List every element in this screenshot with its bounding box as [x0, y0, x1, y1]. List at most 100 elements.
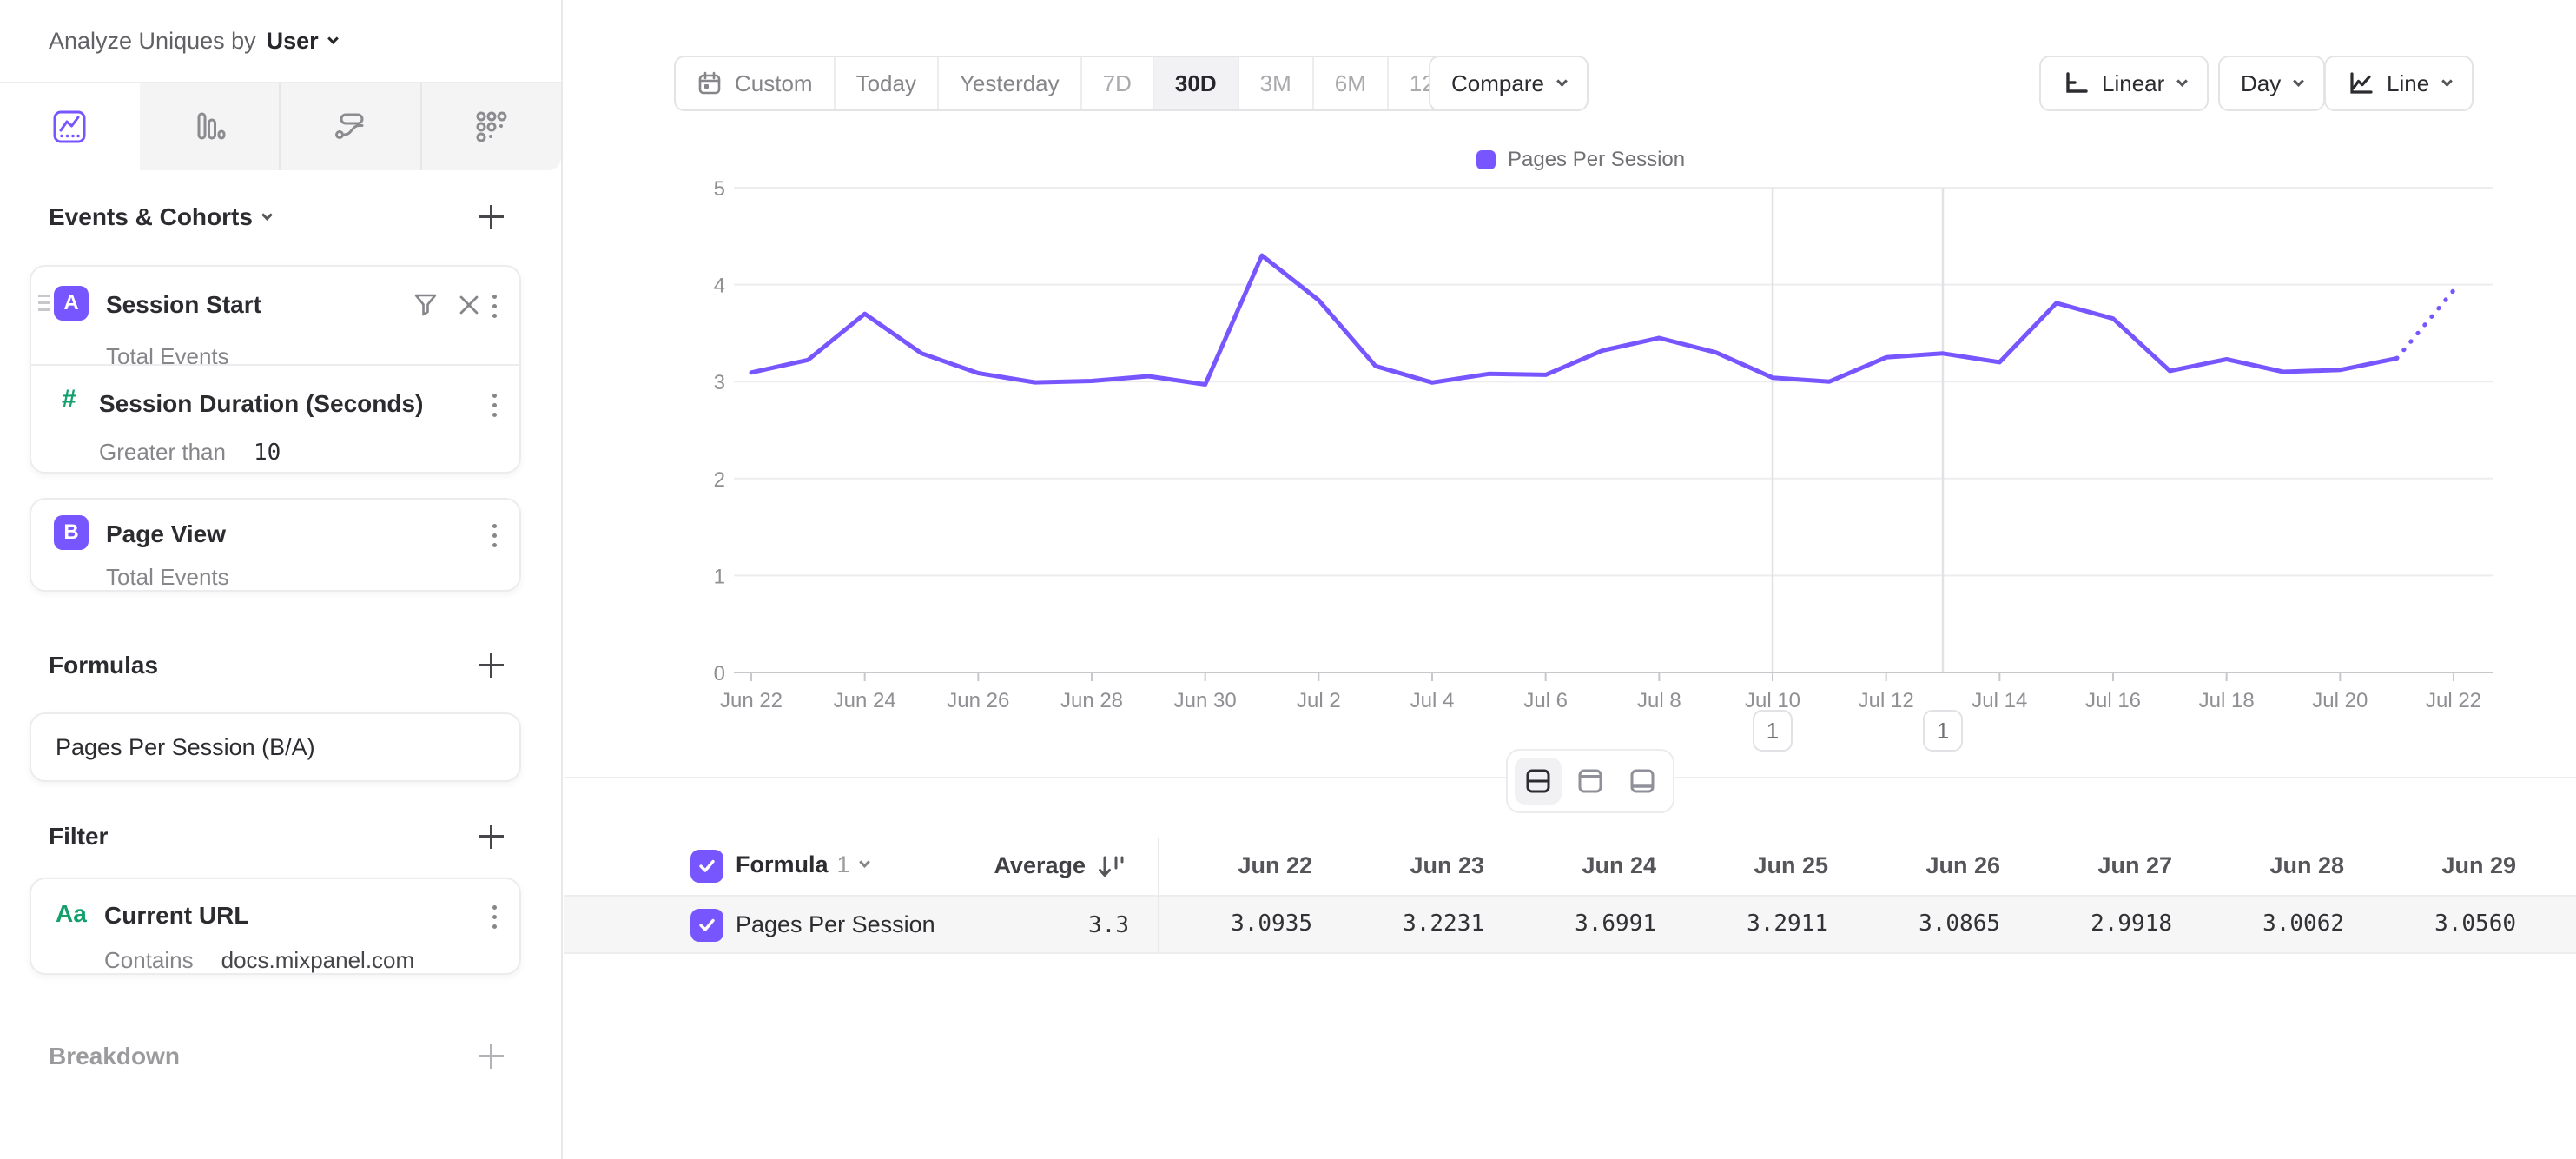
add-event-button[interactable]	[476, 202, 507, 233]
chevron-down-icon	[859, 857, 870, 868]
range-today[interactable]: Today	[834, 57, 937, 109]
sort-icon[interactable]	[1095, 851, 1126, 883]
x-axis-tick-label: Jun 22	[720, 689, 783, 712]
range-7d[interactable]: 7D	[1080, 57, 1153, 109]
analyze-unit-dropdown[interactable]: User	[267, 28, 337, 55]
average-column-header[interactable]: Average	[921, 852, 1086, 879]
interval-dropdown[interactable]: Day	[2218, 56, 2325, 111]
view-layout-toggles	[1506, 749, 1674, 813]
table-only-icon	[1628, 766, 1657, 796]
events-cohorts-title[interactable]: Events & Cohorts	[49, 203, 271, 231]
filter-header: Filter	[49, 812, 507, 861]
formula-column-header[interactable]: Formula 1	[736, 851, 869, 878]
card-divider	[31, 364, 519, 366]
date-column-header: Jun 23	[1330, 838, 1502, 895]
chart-type-dropdown[interactable]: Line	[2324, 56, 2474, 111]
add-breakdown-button[interactable]	[476, 1041, 507, 1072]
x-axis-tick-label: Jul 12	[1859, 689, 1914, 712]
y-axis-tick-label: 1	[714, 565, 725, 588]
add-filter-button[interactable]	[476, 821, 507, 852]
series-line[interactable]	[751, 255, 2397, 384]
filter-condition[interactable]: Containsdocs.mixpanel.com	[104, 947, 414, 974]
x-axis-tick-label: Jun 30	[1174, 689, 1237, 712]
value-cell: 3.0062	[2190, 897, 2361, 952]
tab-retention[interactable]	[420, 83, 562, 170]
scale-dropdown[interactable]: Linear	[2039, 56, 2209, 111]
range-yesterday[interactable]: Yesterday	[937, 57, 1080, 109]
chevron-down-icon	[2293, 76, 2304, 87]
formulas-header: Formulas	[49, 641, 507, 690]
kebab-menu-icon[interactable]	[489, 291, 500, 321]
event-a-measure[interactable]: Total Events	[106, 343, 229, 370]
pages-per-session-line-chart[interactable]: 012345Jun 22Jun 24Jun 26Jun 28Jun 30Jul …	[564, 130, 2576, 773]
kebab-menu-icon[interactable]	[489, 520, 500, 551]
x-axis-tick-label: Jul 6	[1523, 689, 1568, 712]
filter-card[interactable]: Aa Current URL Containsdocs.mixpanel.com	[30, 878, 521, 975]
close-icon[interactable]	[456, 292, 482, 318]
event-b-badge: B	[54, 515, 89, 550]
event-b-title[interactable]: Page View	[106, 520, 226, 548]
x-axis-tick-label: Jul 4	[1410, 689, 1455, 712]
x-axis-tick-label: Jun 24	[834, 689, 896, 712]
select-all-checkbox[interactable]	[690, 850, 723, 883]
linear-axes-icon	[2062, 70, 2090, 97]
condition-value: docs.mixpanel.com	[221, 947, 415, 973]
split-view-toggle[interactable]	[1515, 758, 1562, 805]
compare-label: Compare	[1451, 70, 1544, 97]
range-label: Today	[856, 70, 916, 97]
add-formula-button[interactable]	[476, 650, 507, 681]
x-axis-tick-label: Jul 20	[2312, 689, 2368, 712]
event-b-measure[interactable]: Total Events	[106, 564, 229, 591]
results-table-header: Formula 1 Average Jun 22Jun 23Jun 24Jun …	[564, 838, 2576, 895]
event-card-session-start[interactable]: A Session Start Total Events # Session D…	[30, 265, 521, 474]
range-30d[interactable]: 30D	[1153, 57, 1238, 109]
compare-button[interactable]: Compare	[1429, 56, 1589, 111]
range-label: 6M	[1335, 70, 1366, 97]
range-6m[interactable]: 6M	[1312, 57, 1387, 109]
y-axis-tick-label: 4	[714, 275, 725, 298]
checkmark-icon	[696, 855, 718, 878]
row-checkbox[interactable]	[690, 909, 723, 942]
results-table-row[interactable]: Pages Per Session 3.3 3.09353.22313.6991…	[564, 895, 2576, 954]
date-range-segmented-control: CustomTodayYesterday7D30D3M6M12M	[674, 56, 1476, 111]
text-property-icon: Aa	[56, 900, 87, 928]
annotation-badge-label: 1	[1937, 718, 1949, 744]
event-a-title[interactable]: Session Start	[106, 291, 261, 319]
x-axis-tick-label: Jul 16	[2085, 689, 2141, 712]
row-series-name: Pages Per Session	[736, 911, 935, 938]
insights-chart-icon	[50, 108, 89, 146]
filter-icon[interactable]	[412, 291, 439, 319]
chart-only-toggle[interactable]	[1567, 758, 1614, 805]
flow-icon	[331, 108, 369, 146]
chart-only-icon	[1575, 766, 1605, 796]
kebab-menu-icon[interactable]	[489, 390, 500, 421]
checkmark-icon	[696, 914, 718, 937]
tab-bar-chart[interactable]	[140, 83, 280, 170]
formula-card[interactable]: Pages Per Session (B/A)	[30, 712, 521, 782]
condition-operator: Greater than	[99, 439, 226, 465]
range-3m[interactable]: 3M	[1238, 57, 1312, 109]
series-line-projected[interactable]	[2397, 290, 2454, 358]
tab-insights[interactable]	[0, 83, 140, 170]
analyze-label: Analyze Uniques by	[49, 28, 256, 55]
range-custom[interactable]: Custom	[676, 57, 834, 109]
line-chart-icon	[2347, 70, 2375, 97]
property-title[interactable]: Session Duration (Seconds)	[99, 390, 423, 418]
event-card-page-view[interactable]: B Page View Total Events	[30, 498, 521, 592]
visualization-tabs	[0, 83, 561, 170]
table-only-toggle[interactable]	[1619, 758, 1666, 805]
tab-flow[interactable]	[279, 83, 420, 170]
x-axis-tick-label: Jun 28	[1060, 689, 1123, 712]
kebab-menu-icon[interactable]	[489, 902, 500, 932]
filter-property-title[interactable]: Current URL	[104, 902, 248, 930]
y-axis-tick-label: 2	[714, 468, 725, 492]
x-axis-tick-label: Jul 2	[1297, 689, 1341, 712]
range-label: 3M	[1260, 70, 1291, 97]
date-column-headers: Jun 22Jun 23Jun 24Jun 25Jun 26Jun 27Jun …	[1158, 838, 2576, 895]
drag-handle-icon[interactable]	[38, 295, 50, 311]
x-axis-tick-label: Jul 22	[2426, 689, 2481, 712]
y-axis-tick-label: 0	[714, 662, 725, 685]
insights-report-app: Analyze Uniques by User	[0, 0, 2576, 1159]
property-condition[interactable]: Greater than10	[99, 439, 281, 466]
value-cell: 3.2231	[1330, 897, 1502, 952]
